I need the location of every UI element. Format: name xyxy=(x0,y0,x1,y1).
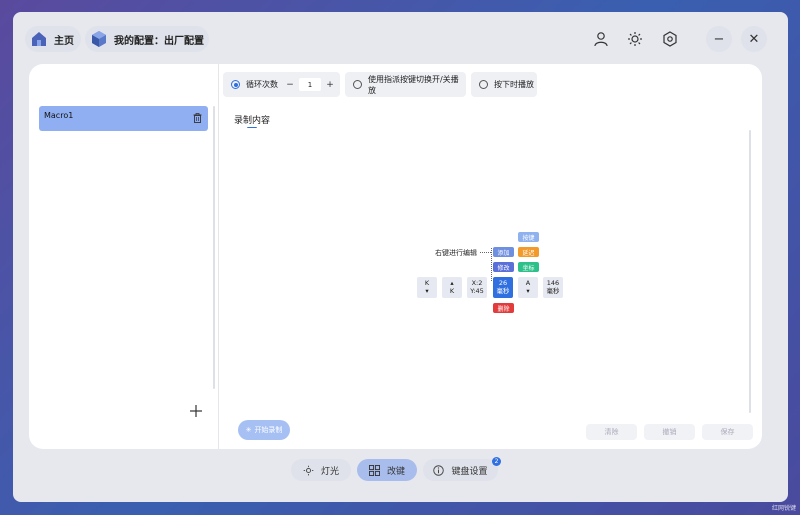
toggle-play-option[interactable]: 使用指派按键切换开/关播放 xyxy=(345,72,466,97)
settings-icon[interactable] xyxy=(659,28,681,50)
start-record-button[interactable]: ✳ 开始录制 xyxy=(238,420,290,440)
tag-move[interactable]: 坐标 xyxy=(518,262,539,272)
tab-remap[interactable]: 改键 xyxy=(357,459,417,481)
brightness-icon[interactable] xyxy=(624,28,646,50)
top-bar: 主页 我的配置：出厂配置 − ✕ xyxy=(13,12,788,64)
event-line1: X:2 xyxy=(471,279,483,287)
event-delay[interactable]: 146 毫秒 xyxy=(543,277,563,298)
increment-button[interactable]: + xyxy=(324,79,336,91)
home-label: 主页 xyxy=(54,35,74,47)
hold-play-option[interactable]: 按下时播放 xyxy=(471,72,537,97)
decrement-button[interactable]: − xyxy=(284,79,296,91)
hint-connector xyxy=(480,252,491,253)
loop-count-option[interactable]: 循环次数 − 1 + xyxy=(223,72,340,97)
info-icon xyxy=(433,464,445,476)
event-line2: 毫秒 xyxy=(496,287,510,295)
cube-icon xyxy=(90,30,108,48)
event-line2: 毫秒 xyxy=(546,287,560,295)
macro-list: Macro1 xyxy=(29,64,219,449)
tab-remap-label: 改键 xyxy=(386,466,405,477)
event-delay-selected[interactable]: 26 毫秒 xyxy=(493,277,513,298)
settings-badge: 2 xyxy=(492,457,501,466)
start-record-label: 开始录制 xyxy=(254,426,283,434)
add-macro-icon[interactable] xyxy=(189,404,203,422)
macro-panel: Macro1 循环次数 − 1 + 使用指派按键切换开/关播放 按下时播放 录制… xyxy=(29,64,762,449)
hold-label: 按下时播放 xyxy=(494,80,534,89)
hold-radio[interactable] xyxy=(479,80,488,89)
event-line1: A xyxy=(525,279,531,287)
menu-connector xyxy=(491,248,492,281)
grid-icon xyxy=(368,464,380,476)
tag-add[interactable]: 添加 xyxy=(493,247,514,257)
event-key-up[interactable]: ▴ K xyxy=(442,277,462,298)
event-mouse-move[interactable]: X:2 Y:45 xyxy=(467,277,487,298)
close-button[interactable]: ✕ xyxy=(741,26,767,52)
config-selector[interactable]: 我的配置：出厂配置 xyxy=(85,26,209,52)
edit-hint: 右键进行编辑 xyxy=(435,249,477,257)
record-title-underline xyxy=(247,125,257,128)
save-button[interactable]: 保存 xyxy=(702,424,753,440)
trash-icon[interactable] xyxy=(193,113,202,125)
event-line2: ▾ xyxy=(425,287,429,295)
loop-radio[interactable] xyxy=(231,80,240,89)
tag-delay[interactable]: 延迟 xyxy=(518,247,539,257)
tab-keyboard-settings-label: 键盘设置 xyxy=(451,466,488,477)
tag-press[interactable]: 按键 xyxy=(518,232,539,242)
event-line1: ▴ xyxy=(450,279,454,287)
sun-icon xyxy=(303,465,314,476)
minimize-icon: − xyxy=(713,31,725,47)
macro-item-label: Macro1 xyxy=(44,111,74,120)
clear-button[interactable]: 清除 xyxy=(586,424,637,440)
event-line1: K xyxy=(424,279,430,287)
tag-delete[interactable]: 删除 xyxy=(493,303,514,313)
event-line1: 26 xyxy=(498,279,508,287)
toggle-label: 使用指派按键切换开/关播放 xyxy=(367,74,459,95)
toggle-radio[interactable] xyxy=(353,80,362,89)
event-key-down[interactable]: A ▾ xyxy=(518,277,538,298)
event-key-down[interactable]: K ▾ xyxy=(417,277,437,298)
record-icon: ✳ xyxy=(245,426,252,434)
loop-label: 循环次数 xyxy=(246,80,278,89)
tab-light[interactable]: 灯光 xyxy=(291,459,351,481)
event-line2: ▾ xyxy=(526,287,530,295)
config-label: 我的配置：出厂配置 xyxy=(114,35,204,47)
home-icon xyxy=(30,30,48,48)
user-icon[interactable] xyxy=(590,28,612,50)
close-icon: ✕ xyxy=(748,31,760,47)
event-line2: K xyxy=(449,287,455,295)
tag-edit[interactable]: 修改 xyxy=(493,262,514,272)
tab-light-label: 灯光 xyxy=(320,466,339,477)
minimize-button[interactable]: − xyxy=(706,26,732,52)
record-scrollbar[interactable] xyxy=(749,130,751,413)
event-line1: 146 xyxy=(546,279,560,287)
event-line2: Y:45 xyxy=(470,287,484,295)
loop-count-input[interactable]: 1 xyxy=(299,78,321,91)
app-window: 主页 我的配置：出厂配置 − ✕ Macro1 循环次数 − 1 + 使用指派按… xyxy=(13,12,788,502)
sidebar-scrollbar[interactable] xyxy=(213,106,215,389)
undo-button[interactable]: 撤销 xyxy=(644,424,695,440)
watermark-logo: 红网锐键 xyxy=(771,505,796,512)
home-button[interactable]: 主页 xyxy=(25,26,81,52)
macro-item[interactable]: Macro1 xyxy=(39,106,208,131)
tab-keyboard-settings[interactable]: 键盘设置 xyxy=(423,459,498,481)
